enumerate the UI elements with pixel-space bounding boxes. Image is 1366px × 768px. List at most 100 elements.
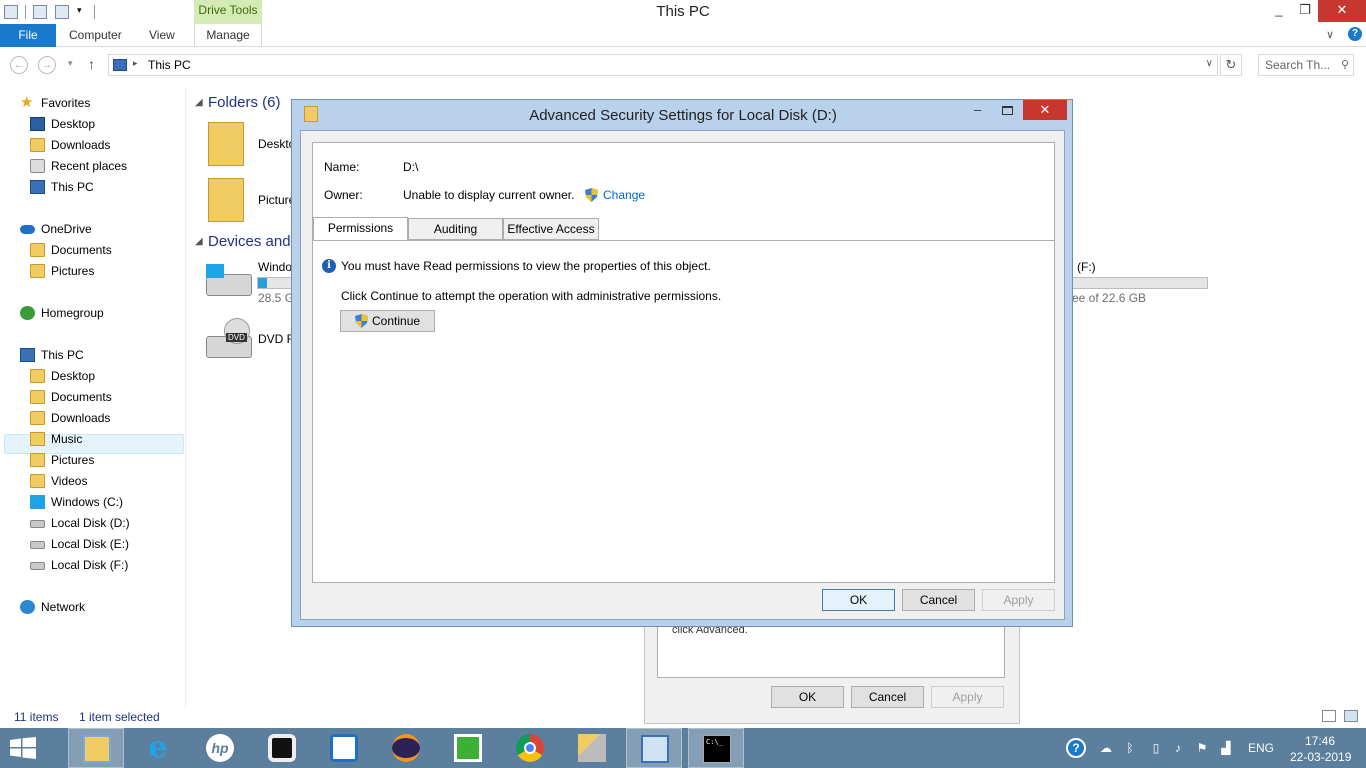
help-icon[interactable]: ?: [1348, 27, 1362, 41]
taskbar-store[interactable]: [440, 728, 496, 768]
chrome-center-icon: [524, 742, 536, 754]
computer-icon[interactable]: [4, 5, 18, 19]
details-view-icon[interactable]: [1322, 710, 1336, 722]
downloads-folder-icon: [30, 138, 45, 152]
network-icon[interactable]: ▟: [1218, 740, 1234, 756]
search-icon[interactable]: ⚲: [1341, 58, 1349, 71]
taskbar-eclipse[interactable]: [378, 728, 434, 768]
star-icon: ★: [20, 94, 34, 111]
nav-label: Desktop: [51, 369, 96, 383]
dvd-badge: DVD: [226, 333, 247, 342]
language-indicator[interactable]: ENG: [1248, 741, 1274, 755]
continue-label: Continue: [372, 314, 421, 328]
battery-icon[interactable]: ▯: [1148, 740, 1164, 756]
properties-icon[interactable]: [33, 5, 47, 19]
apply-button[interactable]: Apply: [931, 686, 1004, 708]
drive-free-space: ee of 22.6 GB: [1072, 291, 1147, 305]
drive-usage-bar: [257, 277, 293, 289]
breadcrumb[interactable]: This PC: [148, 58, 191, 72]
tab-manage[interactable]: Manage: [194, 24, 262, 47]
taskbar-touch[interactable]: [316, 728, 372, 768]
taskbar-hp[interactable]: hp: [192, 728, 248, 768]
clock-date[interactable]: 22-03-2019: [1290, 750, 1351, 764]
network-icon: [20, 600, 35, 614]
help-icon[interactable]: ?: [1066, 738, 1086, 758]
taskbar-chrome[interactable]: [502, 728, 558, 768]
taskbar-camera[interactable]: [254, 728, 310, 768]
nav-label: Documents: [51, 243, 112, 257]
ok-button[interactable]: OK: [771, 686, 844, 708]
tab-auditing[interactable]: Auditing: [408, 218, 503, 240]
flag-icon[interactable]: ⚑: [1194, 740, 1210, 756]
bluetooth-icon[interactable]: ᛒ: [1122, 740, 1138, 756]
store-icon: [454, 734, 482, 762]
tab-effective-access[interactable]: Effective Access: [503, 218, 599, 240]
uac-shield-icon: [355, 314, 368, 328]
collapse-icon[interactable]: ◢: [195, 97, 203, 108]
devices-group-header[interactable]: Devices and: [208, 233, 291, 250]
minimize-button[interactable]: –: [974, 102, 981, 117]
customize-toolbar-icon[interactable]: ▾: [77, 5, 87, 19]
drive-item-dvd[interactable]: DVD R: [258, 332, 295, 346]
internet-explorer-icon: e: [148, 730, 168, 765]
pictures-folder-icon[interactable]: [208, 178, 244, 222]
nav-label: Recent places: [51, 159, 128, 173]
tab-view[interactable]: View: [149, 24, 175, 47]
address-bar[interactable]: ▸ This PC ∨: [108, 54, 1218, 76]
large-icons-view-icon[interactable]: [1344, 710, 1358, 722]
folder-item-desktop[interactable]: Deskto: [258, 137, 295, 151]
onedrive-icon[interactable]: ☁: [1098, 740, 1114, 756]
chrome-icon: [516, 734, 544, 762]
cancel-button[interactable]: Cancel: [851, 686, 924, 708]
new-folder-icon[interactable]: [55, 5, 69, 19]
continue-button[interactable]: Continue: [340, 310, 435, 332]
volume-icon[interactable]: ♪: [1170, 740, 1186, 756]
close-button[interactable]: ✕: [1023, 100, 1067, 120]
eclipse-icon: [392, 734, 420, 762]
breadcrumb-separator-icon[interactable]: ▸: [133, 58, 138, 69]
nav-label: Homegroup: [41, 306, 104, 320]
drive-item-f[interactable]: (F:): [1077, 260, 1096, 274]
forward-button[interactable]: →: [38, 56, 56, 74]
apply-button[interactable]: Apply: [982, 589, 1055, 611]
back-button[interactable]: ←: [10, 56, 28, 74]
start-button[interactable]: [10, 737, 36, 759]
folder-item-pictures[interactable]: Picture: [258, 193, 295, 207]
restore-button[interactable]: ❐: [1290, 0, 1320, 22]
computer-icon: [20, 348, 35, 362]
collapse-icon[interactable]: ◢: [195, 236, 203, 247]
clock-time[interactable]: 17:46: [1304, 734, 1336, 748]
drive-tools-tab-group: Drive Tools: [194, 0, 262, 24]
desktop-folder-icon[interactable]: [208, 122, 244, 166]
tab-computer[interactable]: Computer: [69, 24, 122, 47]
touch-icon: [330, 734, 358, 762]
navigation-pane: ★ Favorites Desktop Downloads Recent pla…: [0, 88, 186, 708]
dialog-body: Name: D:\ Owner: Unable to display curre…: [300, 130, 1065, 620]
tab-file[interactable]: File: [0, 24, 56, 47]
cancel-button[interactable]: Cancel: [902, 589, 975, 611]
tab-permissions[interactable]: Permissions: [313, 217, 408, 241]
expand-ribbon-icon[interactable]: ∨: [1326, 28, 1334, 41]
taskbar-tools[interactable]: [564, 728, 620, 768]
taskbar-command-prompt[interactable]: C:\_: [688, 728, 744, 768]
chevron-down-icon[interactable]: ∨: [1206, 58, 1213, 69]
this-pc-icon: [113, 59, 127, 71]
toolbar-divider: [25, 5, 26, 19]
maximize-button[interactable]: [1002, 106, 1013, 115]
file-explorer-icon: [83, 735, 111, 763]
taskbar-control-panel[interactable]: [626, 728, 682, 768]
change-owner-link[interactable]: Change: [603, 188, 645, 202]
search-placeholder: Search Th...: [1265, 58, 1331, 72]
refresh-button[interactable]: ↻: [1220, 54, 1242, 76]
search-input[interactable]: Search Th... ⚲: [1258, 54, 1354, 76]
drive-usage-bar: [1072, 277, 1208, 289]
taskbar-internet-explorer[interactable]: e: [130, 728, 186, 768]
recent-locations-icon[interactable]: ▾: [68, 58, 73, 69]
close-button[interactable]: ✕: [1318, 0, 1366, 22]
drive-item-windows[interactable]: Windo: [258, 260, 292, 274]
up-button[interactable]: ↑: [88, 56, 95, 72]
ok-button[interactable]: OK: [822, 589, 895, 611]
owner-label: Owner:: [324, 188, 363, 202]
taskbar-file-explorer[interactable]: [68, 728, 124, 768]
folders-group-header[interactable]: Folders (6): [208, 94, 281, 111]
